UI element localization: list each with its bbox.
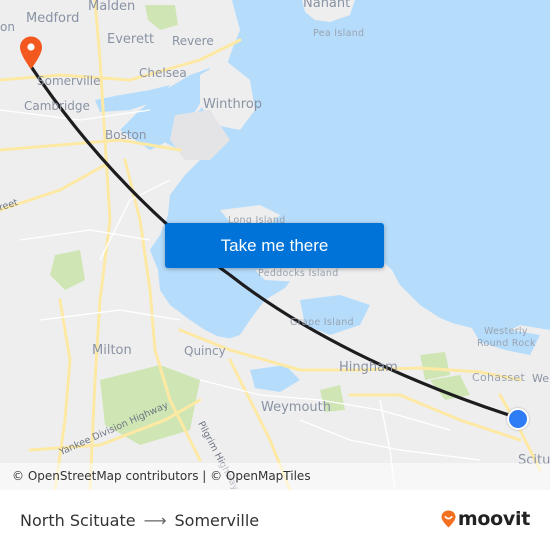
map-label-weymouth: Weymouth <box>261 400 331 415</box>
moovit-pin-icon <box>441 510 456 528</box>
map-attribution-bar: © OpenStreetMap contributors | © OpenMap… <box>0 463 550 490</box>
footer: North Scituate ⟶ Somerville moovit <box>0 490 550 550</box>
map-label-medford: Medford <box>26 11 80 26</box>
map-label-revere: Revere <box>172 34 214 48</box>
map-label-nahant: Nahant <box>303 0 351 11</box>
map-label-partial-wel: Wel <box>532 372 550 385</box>
map-attribution-text[interactable]: © OpenStreetMap contributors | © OpenMap… <box>12 469 311 483</box>
park-hingham <box>420 352 450 380</box>
map-label-cambridge: Cambridge <box>24 99 90 113</box>
map-label-boston: Boston <box>105 128 147 142</box>
map-label-somerville: Somerville <box>37 74 101 88</box>
destination-name: Somerville <box>174 511 260 530</box>
map-label-quincy: Quincy <box>184 344 226 358</box>
map-label-hingham: Hingham <box>339 360 398 375</box>
origin-location-dot[interactable] <box>507 408 529 430</box>
take-me-there-button[interactable]: Take me there <box>165 223 384 268</box>
map-label-milton: Milton <box>92 343 132 358</box>
map-label-cohasset: Cohasset <box>472 371 526 384</box>
route-summary: North Scituate ⟶ Somerville <box>20 511 259 530</box>
destination-pin-icon[interactable] <box>19 36 43 70</box>
park-middlesex <box>145 5 178 30</box>
map-view[interactable]: on Medford Malden Everett Revere Chelsea… <box>0 0 550 490</box>
map-label-malden: Malden <box>88 0 136 14</box>
map-label-grape-island: Grape Island <box>290 317 354 328</box>
map-label-winthrop: Winthrop <box>203 97 263 112</box>
map-label-peddocks-island: Peddocks Island <box>258 268 339 279</box>
origin-name: North Scituate <box>20 511 136 530</box>
map-label-round-rock: Round Rock <box>477 338 536 349</box>
map-label-everett: Everett <box>107 32 155 47</box>
map-label-partial-town: on <box>0 20 15 34</box>
map-label-pea-island: Pea Island <box>313 28 365 39</box>
map-label-chelsea: Chelsea <box>139 66 187 80</box>
arrow-right-icon: ⟶ <box>143 511 167 530</box>
moovit-wordmark: moovit <box>457 508 530 530</box>
moovit-logo[interactable]: moovit <box>441 508 530 530</box>
park-stony-brook <box>50 250 85 290</box>
map-label-westerly: Westerly <box>484 326 528 337</box>
water-ocean <box>150 0 550 340</box>
